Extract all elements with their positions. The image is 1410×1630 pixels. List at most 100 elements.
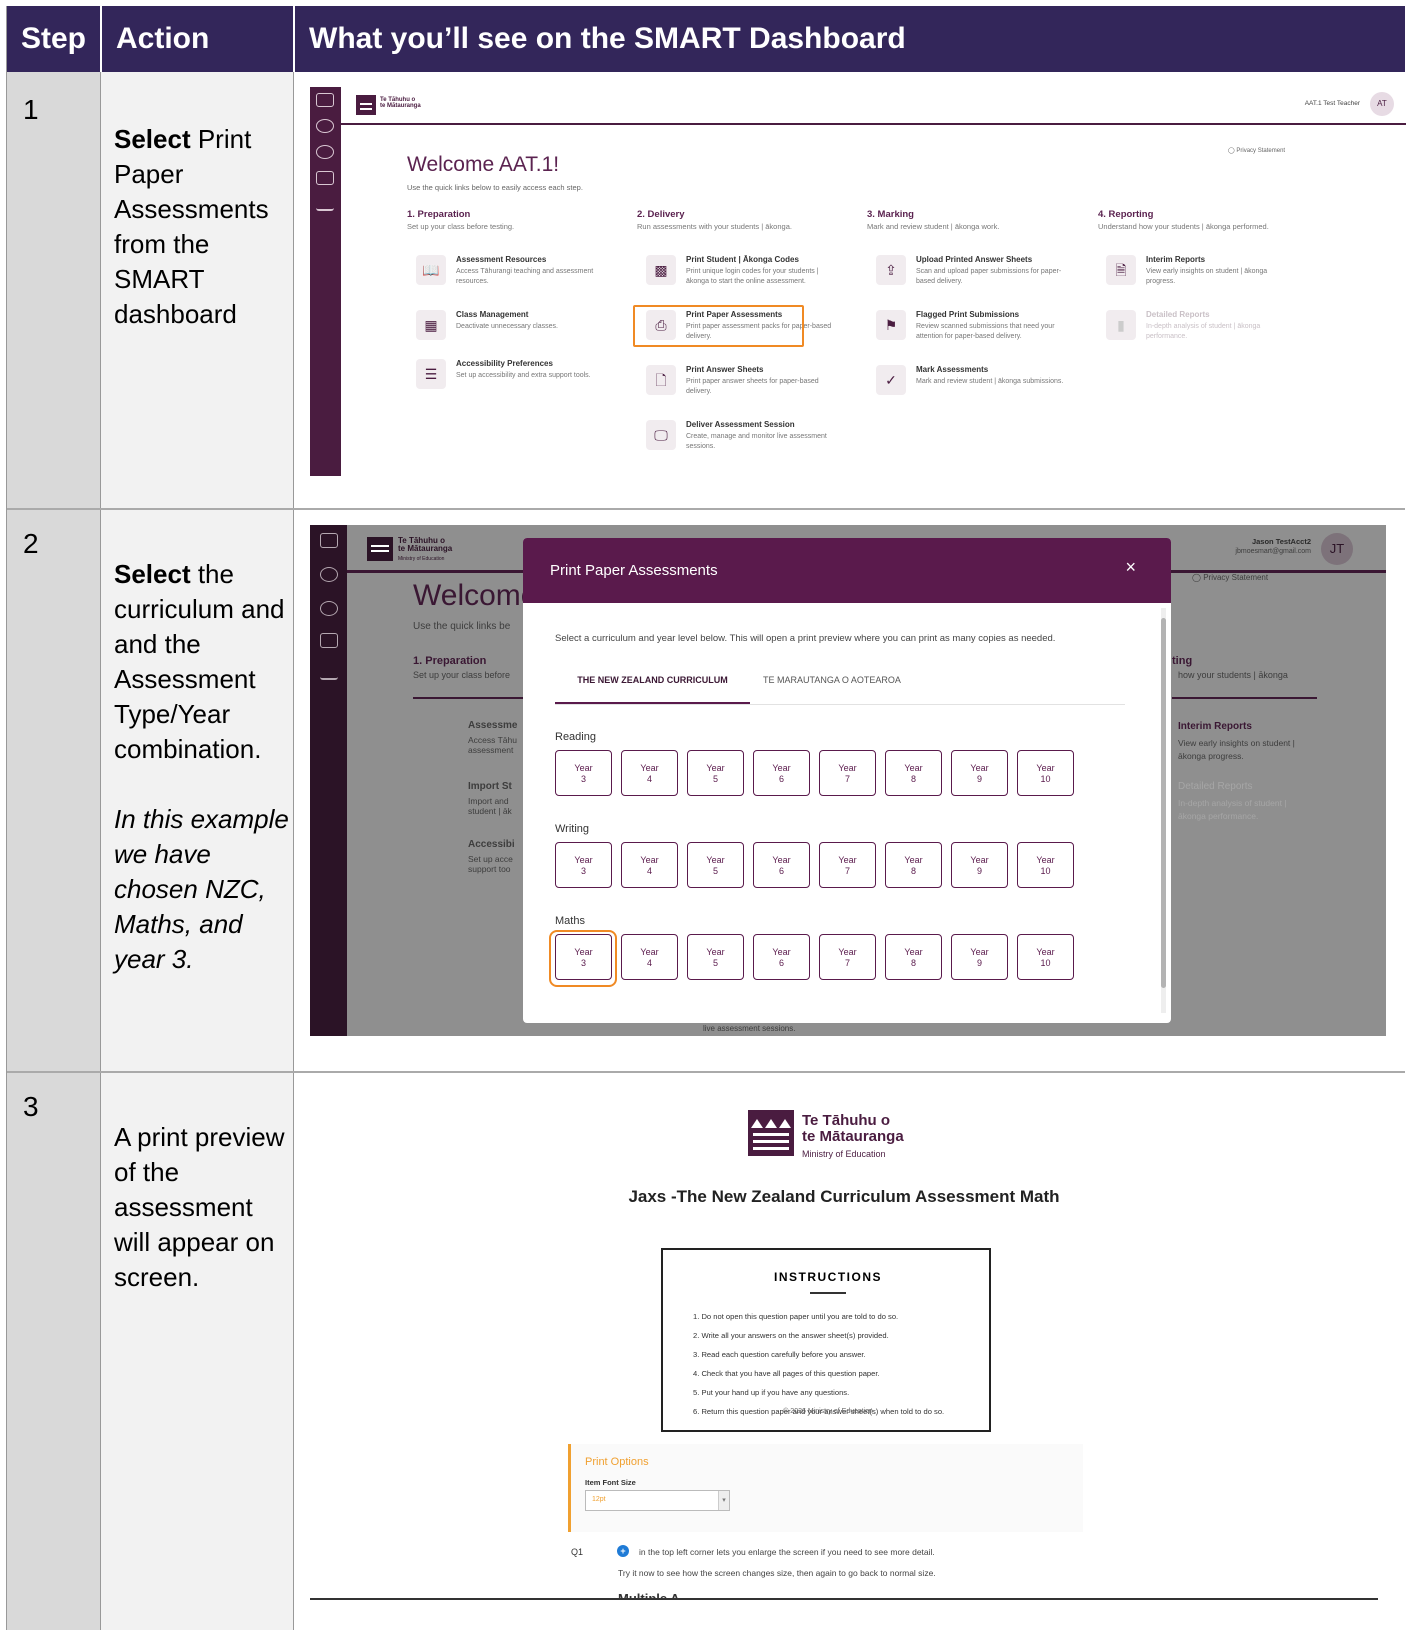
print-paper-assessments-modal: Print Paper Assessments × Select a curri… <box>523 538 1171 1023</box>
step-number: 2 <box>23 528 39 559</box>
card-title: Accessibility Preferences <box>456 359 553 368</box>
play-icon[interactable] <box>316 145 334 159</box>
column-rule <box>1172 697 1317 699</box>
year-button-maths-6[interactable]: Year 6 <box>753 934 810 980</box>
column-rule <box>413 697 523 699</box>
year-button-writing-3[interactable]: Year 3 <box>555 842 612 888</box>
play-icon[interactable] <box>320 601 338 616</box>
highlight-box <box>549 930 617 987</box>
year-button-writing-6[interactable]: Year 6 <box>753 842 810 888</box>
card-description: Create, manage and monitor live assessme… <box>686 433 827 450</box>
privacy-link[interactable]: ◯ Privacy Statement <box>1192 573 1268 582</box>
year-word: Year <box>970 763 989 773</box>
year-button-maths-10[interactable]: Year 10 <box>1017 934 1074 980</box>
year-button-writing-9[interactable]: Year 9 <box>951 842 1008 888</box>
print-options-panel: Print Options Item Font Size 12pt ▾ <box>568 1444 1083 1532</box>
privacy-link[interactable]: ◯ Privacy Statement <box>1228 147 1285 154</box>
year-word: Year <box>640 855 659 865</box>
instruction-item: 2. Write all your answers on the answer … <box>693 1331 889 1340</box>
section-label: Maths <box>555 915 585 927</box>
modal-scrollbar[interactable] <box>1161 608 1166 1013</box>
enlarge-icon[interactable]: + <box>617 1545 629 1557</box>
column-heading: ting <box>1172 655 1193 667</box>
avatar[interactable]: AT <box>1370 92 1394 116</box>
year-button-reading-5[interactable]: Year 5 <box>687 750 744 796</box>
card-title: Print Answer Sheets <box>686 365 764 374</box>
year-button-maths-4[interactable]: Year 4 <box>621 934 678 980</box>
highlight-box <box>633 305 804 347</box>
card-class-management[interactable]: ▦ Class Management Deactivate unnecessar… <box>416 310 616 350</box>
card-print-student-codes[interactable]: ▩ Print Student | Ākonga Codes Print uni… <box>646 255 846 295</box>
checklist-icon[interactable] <box>320 633 338 648</box>
column-subtitle: Understand how your students | ākonga pe… <box>1098 222 1269 231</box>
people-icon[interactable] <box>316 119 334 133</box>
year-button-writing-4[interactable]: Year 4 <box>621 842 678 888</box>
year-button-reading-4[interactable]: Year 4 <box>621 750 678 796</box>
preview-bottom-rule <box>310 1598 1378 1600</box>
tab-nz-curriculum[interactable]: THE NEW ZEALAND CURRICULUM <box>555 675 750 705</box>
year-button-reading-6[interactable]: Year 6 <box>753 750 810 796</box>
year-button-reading-10[interactable]: Year 10 <box>1017 750 1074 796</box>
year-button-maths-5[interactable]: Year 5 <box>687 934 744 980</box>
year-button-reading-3[interactable]: Year 3 <box>555 750 612 796</box>
scrollbar-thumb[interactable] <box>1161 618 1166 988</box>
qr-icon: ▩ <box>646 255 676 285</box>
column-heading: 4. Reporting <box>1098 209 1154 220</box>
card-deliver-session[interactable]: 🖵 Deliver Assessment Session Create, man… <box>646 420 846 460</box>
year-number: 4 <box>646 958 652 968</box>
year-number: 3 <box>580 866 586 876</box>
report-icon: 🗎 <box>1106 255 1136 285</box>
card-upload-answer-sheets[interactable]: ⇪ Upload Printed Answer Sheets Scan and … <box>876 255 1076 295</box>
year-number: 6 <box>778 774 784 784</box>
font-size-select[interactable]: 12pt ▾ <box>585 1490 730 1511</box>
year-button-maths-7[interactable]: Year 7 <box>819 934 876 980</box>
year-button-reading-7[interactable]: Year 7 <box>819 750 876 796</box>
column-subtitle: Set up your class before <box>413 670 511 680</box>
card-description: Print paper answer sheets for paper-base… <box>686 378 819 395</box>
people-icon[interactable] <box>320 567 338 582</box>
close-icon[interactable]: × <box>1125 557 1136 578</box>
step-number: 1 <box>23 94 39 125</box>
year-button-reading-8[interactable]: Year 8 <box>885 750 942 796</box>
card-print-answer-sheets[interactable]: 🗋 Print Answer Sheets Print paper answer… <box>646 365 846 405</box>
bg-card-desc: In-depth analysis of student | ākonga pe… <box>1178 798 1287 821</box>
instruction-item: 4. Check that you have all pages of this… <box>693 1369 880 1378</box>
user-email: jbmoesmart@gmail.com <box>1235 548 1311 555</box>
year-button-writing-8[interactable]: Year 8 <box>885 842 942 888</box>
action-text: Select Print Paper Assessments from the … <box>114 122 290 332</box>
year-button-maths-8[interactable]: Year 8 <box>885 934 942 980</box>
card-accessibility-preferences[interactable]: ☰ Accessibility Preferences Set up acces… <box>416 359 616 399</box>
bg-card-title: Detailed Reports <box>1178 781 1253 792</box>
book-icon[interactable] <box>316 93 334 107</box>
year-button-writing-7[interactable]: Year 7 <box>819 842 876 888</box>
modal-header: Print Paper Assessments × <box>523 538 1171 603</box>
year-number: 5 <box>712 958 718 968</box>
step-column <box>7 72 100 1630</box>
card-flagged-submissions[interactable]: ⚑ Flagged Print Submissions Review scann… <box>876 310 1076 350</box>
header-action: Action <box>100 6 293 72</box>
question-text: in the top left corner lets you enlarge … <box>639 1547 935 1557</box>
action-text: Select the curriculum and and the Assess… <box>114 557 290 977</box>
chart-icon[interactable] <box>316 197 334 211</box>
year-number: 9 <box>976 774 982 784</box>
year-number: 6 <box>778 958 784 968</box>
instruction-item: 5. Put your hand up if you have any ques… <box>693 1388 850 1397</box>
year-button-writing-5[interactable]: Year 5 <box>687 842 744 888</box>
year-number: 7 <box>844 866 850 876</box>
year-button-maths-9[interactable]: Year 9 <box>951 934 1008 980</box>
year-number: 9 <box>976 958 982 968</box>
card-interim-reports[interactable]: 🗎 Interim Reports View early insights on… <box>1106 255 1306 295</box>
year-button-writing-10[interactable]: Year 10 <box>1017 842 1074 888</box>
tab-te-marautanga[interactable]: TE MARAUTANGA O AOTEAROA <box>763 675 901 685</box>
card-assessment-resources[interactable]: 📖 Assessment Resources Access Tāhurangi … <box>416 255 616 295</box>
avatar[interactable]: JT <box>1321 533 1353 565</box>
chart-icon[interactable] <box>320 665 338 680</box>
year-word: Year <box>706 855 725 865</box>
year-button-reading-9[interactable]: Year 9 <box>951 750 1008 796</box>
row-divider <box>7 508 1405 510</box>
card-mark-assessments[interactable]: ✓ Mark Assessments Mark and review stude… <box>876 365 1076 405</box>
year-number: 5 <box>712 774 718 784</box>
checklist-icon[interactable] <box>316 171 334 185</box>
ministry-logo-icon <box>356 95 376 115</box>
book-icon[interactable] <box>320 533 338 548</box>
